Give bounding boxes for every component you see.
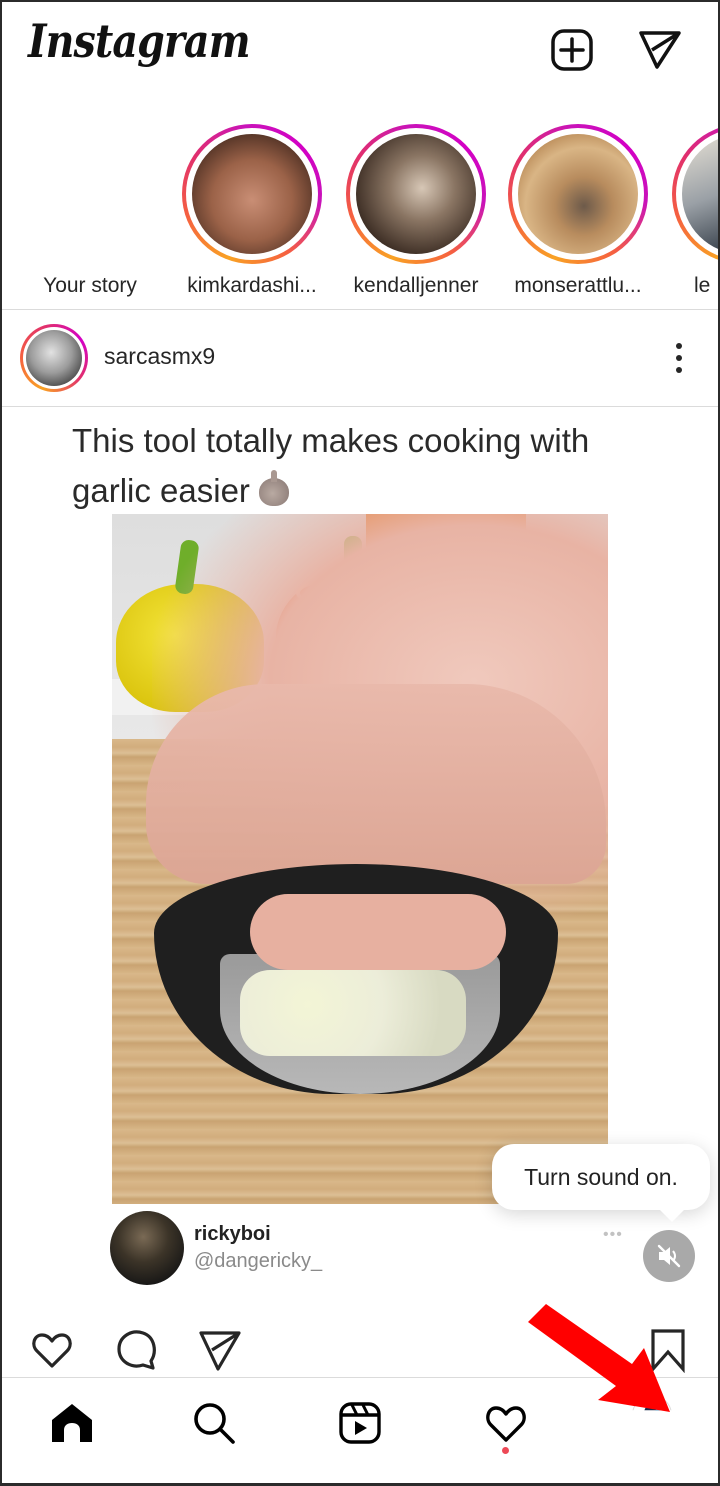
post-actions-bar [0,1318,720,1378]
bookmark-icon [651,1329,685,1373]
share-icon [199,1331,241,1371]
stories-tray[interactable]: Your story kimkardashi... kendalljenner … [0,110,720,310]
story-ring [672,124,720,264]
story-your-story[interactable]: Your story [20,124,160,298]
story-avatar [30,134,150,254]
video-scene-fingers [250,894,506,970]
activity-notification-dot [502,1447,509,1454]
story-ring [20,124,160,264]
story-item[interactable]: monserattlu... [508,124,648,298]
story-avatar [518,134,638,254]
story-username: kimkardashi... [187,274,317,297]
new-post-icon [551,29,593,71]
muted-speaker-icon [657,1244,681,1268]
more-options-icon [676,343,682,349]
story-username: Your story [43,274,137,297]
story-avatar [356,134,476,254]
sound-toggle-button[interactable] [643,1230,695,1282]
like-button[interactable] [28,1326,76,1374]
embedded-author-avatar [110,1211,184,1285]
story-username: le [694,274,711,297]
post-author-avatar[interactable] [20,324,88,392]
avatar-ring-inner [23,327,85,389]
story-ring [508,124,648,264]
share-button[interactable] [196,1326,244,1374]
garlic-emoji-icon [259,470,290,506]
story-avatar [682,134,720,254]
comment-button[interactable] [112,1326,160,1374]
top-header: Instagram [0,0,720,110]
story-item[interactable]: le [672,124,720,298]
direct-message-icon [639,31,681,69]
direct-messages-button[interactable] [636,26,684,74]
video-scene-hand [146,684,606,884]
save-button[interactable] [644,1326,692,1374]
story-ring-inner [24,128,156,260]
search-icon [194,1403,235,1444]
nav-search[interactable] [184,1393,244,1453]
story-username: monserattlu... [514,274,642,297]
story-item[interactable]: kimkardashi... [182,124,322,298]
story-item[interactable]: kendalljenner [346,124,486,298]
comment-icon [117,1330,156,1370]
story-ring-inner [512,128,644,260]
reels-icon [339,1402,381,1444]
nav-activity[interactable] [476,1393,536,1453]
post-header: sarcasmx9 [0,310,720,407]
story-ring [182,124,322,264]
new-post-button[interactable] [548,26,596,74]
embedded-author-handle: @dangericky_ [194,1250,323,1272]
media-caption-line-2: garlic easier [72,466,692,516]
media-caption-line-2-text: garlic easier [72,472,250,509]
media-caption: This tool totally makes cooking with gar… [72,416,692,516]
story-ring-inner [676,128,720,260]
activity-heart-icon [486,1406,526,1442]
post-author-username[interactable]: sarcasmx9 [104,343,215,370]
nav-reels[interactable] [330,1393,390,1453]
nav-profile[interactable] [632,1395,672,1411]
story-ring [346,124,486,264]
instagram-logo[interactable]: Instagram [28,14,251,68]
video-scene-minced-garlic [240,970,466,1056]
story-ring-inner [186,128,318,260]
story-ring-inner [350,128,482,260]
story-avatar [192,134,312,254]
avatar-image [26,330,82,386]
heart-icon [32,1333,72,1368]
post-media[interactable]: This tool totally makes cooking with gar… [0,408,720,1318]
nav-home[interactable] [42,1393,102,1453]
embedded-author-name: rickyboi [194,1223,271,1245]
bottom-navigation [0,1379,720,1486]
embedded-more-dots: ••• [603,1226,623,1243]
more-options-icon-dot [676,367,682,373]
post-options-button[interactable] [662,338,696,378]
media-caption-line-1: This tool totally makes cooking with [72,422,590,459]
home-icon [52,1404,92,1442]
sound-tooltip: Turn sound on. [492,1144,710,1222]
video-player[interactable] [112,514,608,1204]
story-username: kendalljenner [353,274,479,297]
more-options-icon-dot [676,355,682,361]
